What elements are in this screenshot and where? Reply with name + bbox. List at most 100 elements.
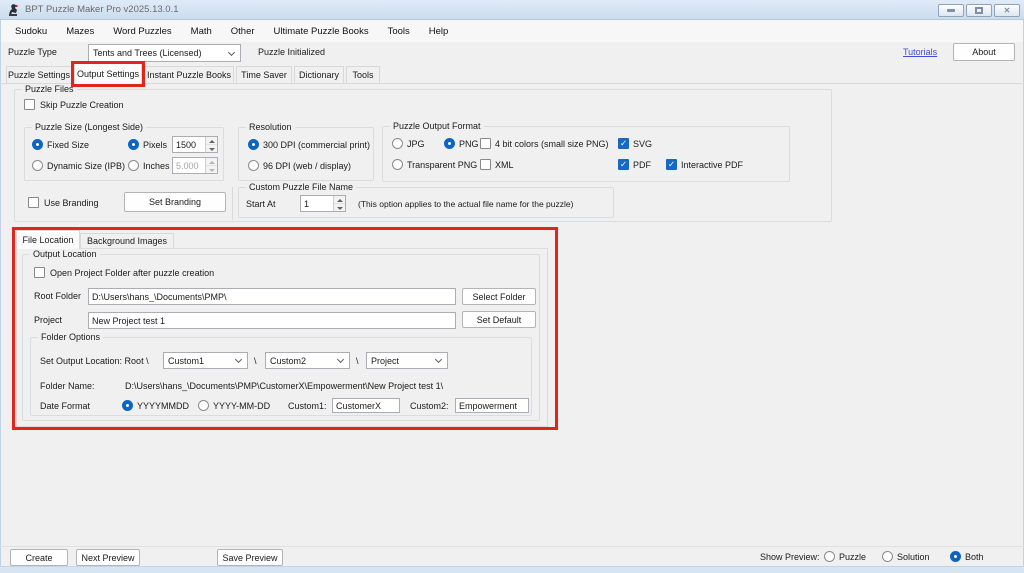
transparent-png-label[interactable]: Transparent PNG: [407, 160, 477, 170]
xml-label[interactable]: XML: [495, 160, 514, 170]
inches-radio[interactable]: [128, 160, 139, 171]
tab-time-saver[interactable]: Time Saver: [236, 66, 292, 84]
set-default-button[interactable]: Set Default: [462, 311, 536, 328]
spin-up-icon: [206, 158, 217, 166]
tutorials-link[interactable]: Tutorials: [903, 47, 937, 57]
custom2-input[interactable]: [455, 398, 529, 413]
project-folder-value: Project: [371, 356, 399, 366]
use-branding-label[interactable]: Use Branding: [44, 198, 99, 208]
interactive-pdf-checkbox[interactable]: [666, 159, 677, 170]
spin-up-icon[interactable]: [334, 196, 345, 204]
minimize-button[interactable]: [938, 4, 964, 17]
tab-file-location[interactable]: File Location: [16, 230, 80, 249]
tab-dictionary[interactable]: Dictionary: [294, 66, 344, 84]
save-preview-button[interactable]: Save Preview: [217, 549, 283, 566]
start-at-label: Start At: [246, 199, 276, 209]
date-format-yyyy-mm-dd-label[interactable]: YYYY-MM-DD: [213, 401, 270, 411]
preview-both-label[interactable]: Both: [965, 552, 984, 562]
start-at-input[interactable]: [301, 196, 333, 211]
pixels-label[interactable]: Pixels: [143, 140, 167, 150]
menu-tools[interactable]: Tools: [388, 26, 410, 37]
preview-solution-radio[interactable]: [882, 551, 893, 562]
pixels-spinner[interactable]: [205, 137, 217, 152]
select-folder-button[interactable]: Select Folder: [462, 288, 536, 305]
tab-output-settings[interactable]: Output Settings: [74, 63, 142, 84]
dpi-300-radio[interactable]: [248, 139, 259, 150]
open-project-folder-label[interactable]: Open Project Folder after puzzle creatio…: [50, 268, 214, 278]
dpi-300-label[interactable]: 300 DPI (commercial print): [263, 140, 370, 150]
xml-checkbox[interactable]: [480, 159, 491, 170]
four-bit-checkbox[interactable]: [480, 138, 491, 149]
maximize-button[interactable]: [966, 4, 992, 17]
preview-both-radio[interactable]: [950, 551, 961, 562]
menu-ultimate-puzzle-books[interactable]: Ultimate Puzzle Books: [274, 26, 369, 37]
inches-label[interactable]: Inches: [143, 161, 170, 171]
tab-puzzle-settings[interactable]: Puzzle Settings: [6, 66, 72, 84]
root-folder-input[interactable]: [88, 288, 456, 305]
svg-checkbox[interactable]: [618, 138, 629, 149]
open-project-folder-checkbox[interactable]: [34, 267, 45, 278]
fixed-size-label[interactable]: Fixed Size: [47, 140, 89, 150]
transparent-png-radio[interactable]: [392, 159, 403, 170]
project-input[interactable]: [88, 312, 456, 329]
branding-divider: [232, 187, 233, 220]
menu-word-puzzles[interactable]: Word Puzzles: [113, 26, 171, 37]
about-button[interactable]: About: [953, 43, 1015, 61]
preview-puzzle-label[interactable]: Puzzle: [839, 552, 866, 562]
pdf-label[interactable]: PDF: [633, 160, 651, 170]
path-separator: \: [356, 356, 359, 366]
spin-down-icon[interactable]: [206, 145, 217, 152]
tab-instant-puzzle-books[interactable]: Instant Puzzle Books: [144, 66, 234, 84]
root-folder-label: Root Folder: [34, 291, 81, 301]
dpi-96-radio[interactable]: [248, 160, 259, 171]
custom1-folder-select[interactable]: Custom1: [163, 352, 248, 369]
use-branding-checkbox[interactable]: [28, 197, 39, 208]
maximize-icon: [975, 7, 983, 14]
custom2-folder-select[interactable]: Custom2: [265, 352, 350, 369]
menu-mazes[interactable]: Mazes: [66, 26, 94, 37]
window-title: BPT Puzzle Maker Pro v2025.13.0.1: [25, 4, 179, 15]
svg-label[interactable]: SVG: [633, 139, 652, 149]
pixels-value-input[interactable]: [173, 137, 205, 152]
start-at-stepper[interactable]: [300, 195, 346, 212]
output-format-group: Puzzle Output Format: [382, 126, 790, 182]
pixels-radio[interactable]: [128, 139, 139, 150]
png-radio[interactable]: [444, 138, 455, 149]
skip-puzzle-creation-label[interactable]: Skip Puzzle Creation: [40, 100, 124, 110]
menu-other[interactable]: Other: [231, 26, 255, 37]
png-label[interactable]: PNG: [459, 139, 479, 149]
next-preview-button[interactable]: Next Preview: [76, 549, 140, 566]
pdf-checkbox[interactable]: [618, 159, 629, 170]
set-branding-button[interactable]: Set Branding: [124, 192, 226, 212]
project-folder-select[interactable]: Project: [366, 352, 448, 369]
bottom-divider: [0, 546, 1024, 547]
fixed-size-radio[interactable]: [32, 139, 43, 150]
date-format-yyyymmdd-radio[interactable]: [122, 400, 133, 411]
dynamic-size-label[interactable]: Dynamic Size (IPB): [47, 161, 125, 171]
custom1-input[interactable]: [332, 398, 400, 413]
date-format-yyyymmdd-label[interactable]: YYYYMMDD: [137, 401, 189, 411]
menu-math[interactable]: Math: [191, 26, 212, 37]
spin-up-icon[interactable]: [206, 137, 217, 145]
tab-tools[interactable]: Tools: [346, 66, 380, 84]
menu-sudoku[interactable]: Sudoku: [15, 26, 47, 37]
four-bit-label[interactable]: 4 bit colors (small size PNG): [495, 139, 609, 149]
pixels-stepper[interactable]: [172, 136, 218, 153]
dynamic-size-radio[interactable]: [32, 160, 43, 171]
close-button[interactable]: ✕: [994, 4, 1020, 17]
preview-puzzle-radio[interactable]: [824, 551, 835, 562]
puzzle-type-select[interactable]: Tents and Trees (Licensed): [88, 44, 241, 62]
tab-background-images[interactable]: Background Images: [80, 233, 174, 249]
preview-solution-label[interactable]: Solution: [897, 552, 930, 562]
start-at-spinner[interactable]: [333, 196, 345, 211]
date-format-yyyy-mm-dd-radio[interactable]: [198, 400, 209, 411]
dpi-96-label[interactable]: 96 DPI (web / display): [263, 161, 351, 171]
menu-help[interactable]: Help: [429, 26, 449, 37]
interactive-pdf-label[interactable]: Interactive PDF: [681, 160, 743, 170]
jpg-radio[interactable]: [392, 138, 403, 149]
skip-puzzle-creation-checkbox[interactable]: [24, 99, 35, 110]
spin-down-icon[interactable]: [334, 204, 345, 211]
chevron-down-icon: [337, 356, 344, 363]
jpg-label[interactable]: JPG: [407, 139, 425, 149]
create-button[interactable]: Create: [10, 549, 68, 566]
